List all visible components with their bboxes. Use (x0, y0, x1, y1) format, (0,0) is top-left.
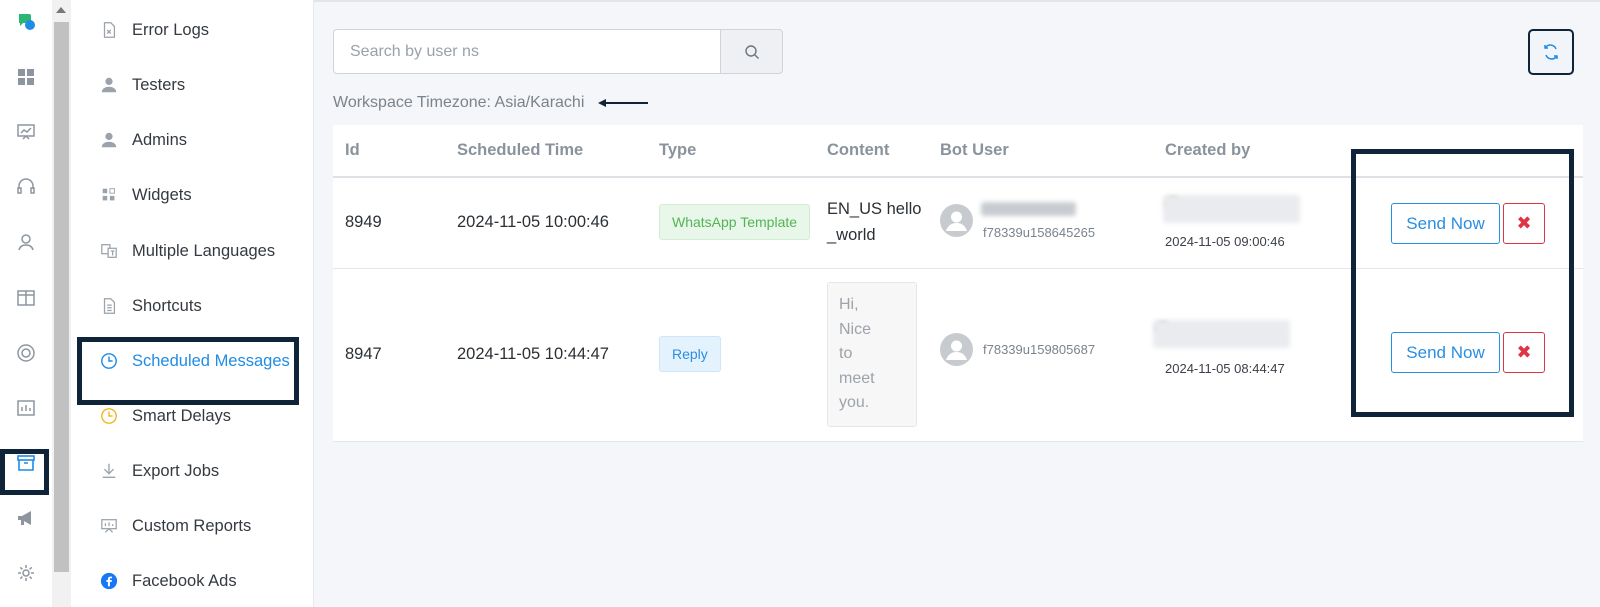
submenu-label: Admins (132, 130, 188, 149)
redacted-user-name (981, 202, 1076, 216)
row-scheduled-time: 2024-11-05 10:00:46 (457, 213, 609, 231)
row-content-line: _world (827, 226, 876, 244)
gear-icon[interactable] (14, 561, 38, 585)
message-content-box: Hi, Nice to meet you. (827, 282, 917, 427)
content-line: you. (839, 394, 870, 411)
submenu-label: Custom Reports (132, 516, 252, 535)
document-icon (99, 296, 119, 316)
row-id: 8949 (345, 213, 382, 231)
submenu-item-custom-reports[interactable]: Custom Reports (71, 506, 314, 546)
chat-logo-icon[interactable] (14, 9, 38, 33)
submenu-label: Error Logs (132, 20, 210, 39)
download-icon (99, 461, 119, 481)
dashboard-grid-icon[interactable] (14, 65, 38, 89)
submenu-label: Export Jobs (132, 461, 220, 480)
avatar (940, 333, 973, 366)
submenu-item-multiple-languages[interactable]: Multiple Languages (71, 231, 314, 271)
active-submenu-highlight (77, 337, 299, 405)
column-header-id[interactable]: Id (345, 141, 360, 160)
megaphone-icon[interactable] (14, 506, 38, 530)
clock-icon (99, 406, 119, 426)
scroll-up-arrow-icon[interactable] (56, 7, 66, 13)
sidebar-scrollbar[interactable] (52, 0, 71, 607)
column-header-content[interactable]: Content (827, 141, 889, 160)
scrollbar-thumb[interactable] (54, 22, 69, 572)
submenu-label: Facebook Ads (132, 571, 237, 590)
submenu-item-admins[interactable]: Admins (71, 120, 314, 160)
workspace-timezone: Workspace Timezone: Asia/Karachi (333, 94, 585, 111)
column-header-scheduled-time[interactable]: Scheduled Time (457, 141, 583, 160)
search-bar (333, 29, 783, 74)
error-log-icon (99, 20, 119, 40)
presentation-chart-icon[interactable] (14, 120, 38, 144)
default-user-icon (946, 211, 967, 231)
column-header-bot-user[interactable]: Bot User (940, 141, 1009, 160)
type-badge: WhatsApp Template (659, 204, 811, 240)
content-line: Hi, (839, 296, 859, 313)
submenu-label: Multiple Languages (132, 241, 276, 260)
bot-user-id: f78339u159805687 (983, 342, 1096, 357)
actions-highlight-box (1351, 149, 1574, 417)
settings-submenu: Error Logs Testers Admins Widgets Multip… (71, 0, 314, 607)
support-ring-icon[interactable] (14, 341, 38, 365)
person-icon (99, 130, 119, 150)
submenu-label: Testers (132, 75, 186, 94)
icon-rail (0, 0, 52, 607)
submenu-label: Smart Delays (132, 406, 232, 425)
refresh-button[interactable] (1528, 29, 1574, 75)
row-id: 8947 (345, 345, 382, 363)
submenu-item-widgets[interactable]: Widgets (71, 175, 314, 215)
facebook-icon (99, 571, 119, 591)
content-line: meet (839, 369, 875, 387)
submenu-item-facebook-ads[interactable]: Facebook Ads (71, 561, 314, 601)
column-header-type[interactable]: Type (659, 141, 696, 160)
content-line: Nice (839, 320, 872, 338)
translate-icon (99, 241, 119, 261)
columns-icon[interactable] (14, 286, 38, 310)
created-at: 2024-11-05 09:00:46 (1165, 234, 1285, 249)
active-rail-highlight (0, 449, 49, 495)
search-icon (744, 44, 759, 59)
default-user-icon (946, 340, 967, 360)
type-badge: Reply (659, 336, 721, 372)
headset-icon[interactable] (14, 175, 38, 199)
column-header-created-by[interactable]: Created by (1165, 141, 1250, 160)
refresh-icon (1544, 44, 1558, 60)
submenu-label: Widgets (132, 185, 192, 204)
avatar (940, 204, 973, 237)
search-input[interactable] (333, 29, 720, 74)
redacted-creator-name (1153, 320, 1290, 348)
created-at: 2024-11-05 08:44:47 (1165, 361, 1285, 376)
row-content-line: EN_US hello (827, 200, 922, 218)
submenu-item-shortcuts[interactable]: Shortcuts (71, 286, 314, 326)
submenu-item-export-jobs[interactable]: Export Jobs (71, 451, 314, 491)
person-icon (99, 75, 119, 95)
submenu-label: Shortcuts (132, 296, 202, 315)
top-divider (314, 0, 1600, 2)
redacted-creator-name (1163, 195, 1300, 223)
bot-user-id: f78339u158645265 (983, 225, 1096, 240)
submenu-item-testers[interactable]: Testers (71, 65, 314, 105)
report-icon[interactable] (14, 396, 38, 420)
user-icon[interactable] (14, 230, 38, 254)
search-button[interactable] (720, 29, 783, 74)
content-line: to (839, 345, 853, 362)
presentation-icon (99, 516, 119, 536)
widget-grid-icon (99, 185, 119, 205)
annotation-arrow-icon (598, 99, 648, 107)
row-scheduled-time: 2024-11-05 10:44:47 (457, 345, 609, 363)
submenu-item-error-logs[interactable]: Error Logs (71, 10, 314, 50)
